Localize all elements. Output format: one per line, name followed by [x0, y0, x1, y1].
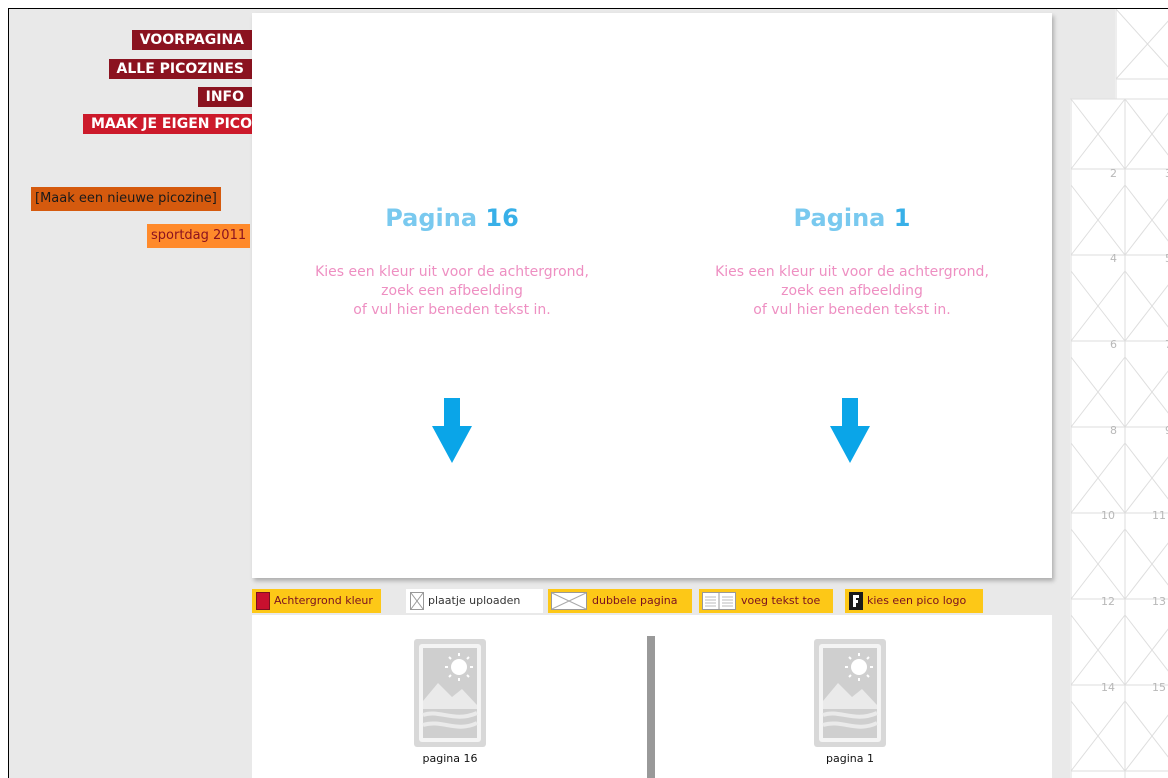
- right-image-slot[interactable]: [814, 639, 886, 751]
- instr-line: zoek een afbeelding: [381, 283, 523, 299]
- instr-line: Kies een kleur uit voor de achtergrond,: [315, 264, 589, 280]
- color-swatch-icon: [256, 592, 270, 610]
- double-page-icon: [551, 592, 587, 610]
- app-frame: VOORPAGINA ALLE PICOZINES INFO MAAK JE E…: [8, 8, 1168, 778]
- tab-label: plaatje uploaden: [428, 594, 521, 607]
- left-nav: VOORPAGINA ALLE PICOZINES INFO MAAK JE E…: [9, 9, 260, 269]
- image-placeholder-icon: [814, 639, 886, 747]
- arrow-down-icon: [432, 398, 472, 463]
- image-placeholder-icon: [414, 639, 486, 747]
- thumb-number[interactable]: 11: [1152, 509, 1166, 522]
- right-page-number: 1: [893, 204, 911, 232]
- thumb-number[interactable]: 13: [1152, 595, 1166, 608]
- text-page-icon: [702, 592, 736, 610]
- left-page-number: 16: [485, 204, 519, 232]
- left-image-label: pagina 16: [422, 752, 478, 765]
- upload-panel: pagina 16 pagina 1: [252, 615, 1052, 778]
- thumb-number[interactable]: 10: [1101, 509, 1115, 522]
- tab-label: kies een pico logo: [867, 594, 967, 607]
- arrow-down-icon: [830, 398, 870, 463]
- page-spread: Pagina 16 Kies een kleur uit voor de ach…: [252, 13, 1052, 578]
- image-placeholder-icon: [410, 592, 424, 610]
- nav-info[interactable]: INFO: [197, 87, 252, 107]
- tab-label: Achtergrond kleur: [274, 594, 373, 607]
- thumb-number[interactable]: 6: [1110, 338, 1117, 351]
- thumb-number[interactable]: 14: [1101, 681, 1115, 694]
- panel-divider: [647, 636, 655, 778]
- right-page-title-word: Pagina: [793, 204, 886, 232]
- instr-line: of vul hier beneden tekst in.: [353, 302, 551, 318]
- left-page-instructions: Kies een kleur uit voor de achtergrond, …: [252, 263, 652, 320]
- right-image-label: pagina 1: [826, 752, 874, 765]
- tab-achtergrond-kleur[interactable]: Achtergrond kleur: [252, 589, 381, 613]
- thumb-number[interactable]: 15: [1152, 681, 1166, 694]
- left-image-slot[interactable]: [414, 639, 486, 751]
- nav-maak-je-eigen-pico[interactable]: MAAK JE EIGEN PICO: [82, 114, 260, 134]
- tab-plaatje-uploaden[interactable]: plaatje uploaden: [406, 589, 543, 613]
- thumb-number[interactable]: 8: [1110, 424, 1117, 437]
- tab-label: dubbele pagina: [592, 594, 678, 607]
- thumb-number[interactable]: 4: [1110, 252, 1117, 265]
- thumb-number[interactable]: 2: [1110, 167, 1117, 180]
- left-page-title: Pagina 16: [252, 204, 652, 232]
- right-page-instructions: Kies een kleur uit voor de achtergrond, …: [652, 263, 1052, 320]
- nav-voorpagina[interactable]: VOORPAGINA: [131, 30, 252, 50]
- right-page-title: Pagina 1: [652, 204, 1052, 232]
- thumb-number[interactable]: 12: [1101, 595, 1115, 608]
- instr-line: of vul hier beneden tekst in.: [753, 302, 951, 318]
- instr-line: zoek een afbeelding: [781, 283, 923, 299]
- nav-alle-picozines[interactable]: ALLE PICOZINES: [108, 59, 252, 79]
- tab-kies-een-pico-logo[interactable]: kies een pico logo: [845, 589, 983, 613]
- new-picozine-button[interactable]: [Maak een nieuwe picozine]: [31, 187, 221, 211]
- picozine-name-button[interactable]: sportdag 2011: [147, 224, 251, 248]
- page-thumbnails: [1070, 9, 1168, 778]
- tab-label: voeg tekst toe: [741, 594, 821, 607]
- tab-voeg-tekst-toe[interactable]: voeg tekst toe: [699, 589, 833, 613]
- pico-logo-icon: [849, 592, 863, 610]
- instr-line: Kies een kleur uit voor de achtergrond,: [715, 264, 989, 280]
- left-page-title-word: Pagina: [385, 204, 478, 232]
- tab-dubbele-pagina[interactable]: dubbele pagina: [548, 589, 692, 613]
